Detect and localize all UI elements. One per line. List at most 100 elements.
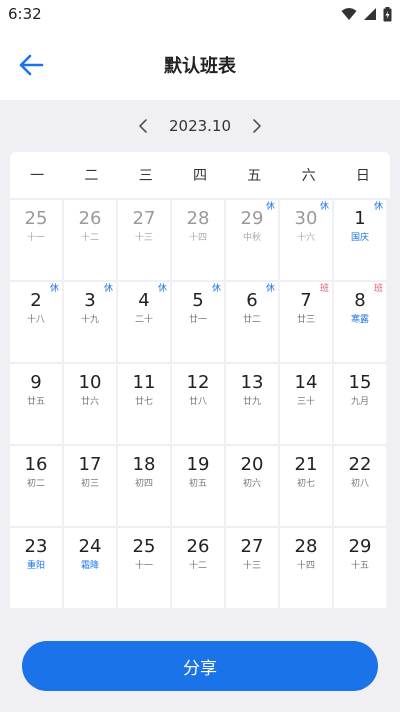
lunar-date: 十四 xyxy=(296,561,315,571)
lunar-date: 初六 xyxy=(242,479,261,489)
day-cell[interactable]: 16 初二 xyxy=(10,446,62,526)
day-cell[interactable]: 1 国庆休 xyxy=(334,200,386,280)
next-month-button[interactable] xyxy=(243,112,271,140)
lunar-date: 国庆 xyxy=(350,233,369,243)
lunar-date: 廿五 xyxy=(26,397,45,407)
day-cell[interactable]: 12 廿八 xyxy=(172,364,224,444)
day-number: 26 xyxy=(78,208,102,229)
holiday-badge: 休 xyxy=(211,284,221,294)
day-number: 25 xyxy=(132,536,156,557)
day-cell[interactable]: 28 十四 xyxy=(172,200,224,280)
weekday-label: 五 xyxy=(247,168,262,184)
day-cell[interactable]: 29 中秋休 xyxy=(226,200,278,280)
status-bar: 6:32 xyxy=(0,0,400,28)
day-cell[interactable]: 15 九月 xyxy=(334,364,386,444)
day-cell[interactable]: 27 十三 xyxy=(118,200,170,280)
day-cell[interactable]: 2 十八休 xyxy=(10,282,62,362)
day-cell[interactable]: 25 十一 xyxy=(10,200,62,280)
weekday-label: 四 xyxy=(192,168,207,184)
day-cell[interactable]: 14 三十 xyxy=(280,364,332,444)
lunar-date: 廿九 xyxy=(242,397,261,407)
lunar-date: 十三 xyxy=(242,561,261,571)
day-cell[interactable]: 26 十二 xyxy=(64,200,116,280)
day-number: 20 xyxy=(240,454,264,475)
lunar-date: 初五 xyxy=(188,479,207,489)
day-number: 18 xyxy=(132,454,156,475)
day-cell[interactable]: 22 初八 xyxy=(334,446,386,526)
day-cell[interactable]: 18 初四 xyxy=(118,446,170,526)
holiday-badge: 休 xyxy=(265,284,275,294)
day-number: 16 xyxy=(24,454,48,475)
month-navigator: 2023.10 xyxy=(0,104,400,148)
day-number: 9 xyxy=(30,372,42,393)
day-cell[interactable]: 7 廿三班 xyxy=(280,282,332,362)
day-number: 14 xyxy=(294,372,318,393)
day-cell[interactable]: 8 寒露班 xyxy=(334,282,386,362)
lunar-date: 廿八 xyxy=(188,397,207,407)
day-number: 28 xyxy=(294,536,318,557)
lunar-date: 初八 xyxy=(350,479,369,489)
status-icons xyxy=(341,6,392,22)
chevron-right-icon xyxy=(253,119,261,133)
day-cell[interactable]: 24 霜降 xyxy=(64,528,116,608)
weekday-header: 一 二 三 四 五 六 日 xyxy=(10,152,390,198)
weekday-label: 二 xyxy=(84,168,99,184)
weekday-label: 六 xyxy=(301,168,316,184)
lunar-date: 廿三 xyxy=(296,315,315,325)
day-cell[interactable]: 21 初七 xyxy=(280,446,332,526)
day-number: 26 xyxy=(186,536,210,557)
day-number: 25 xyxy=(24,208,48,229)
work-day-badge: 班 xyxy=(373,284,383,294)
day-cell[interactable]: 17 初三 xyxy=(64,446,116,526)
day-cell[interactable]: 4 二十休 xyxy=(118,282,170,362)
holiday-badge: 休 xyxy=(265,202,275,212)
day-number: 27 xyxy=(132,208,156,229)
holiday-badge: 休 xyxy=(103,284,113,294)
page-title: 默认班表 xyxy=(164,56,236,77)
lunar-date: 初七 xyxy=(296,479,315,489)
lunar-date: 十六 xyxy=(296,233,315,243)
day-cell[interactable]: 11 廿七 xyxy=(118,364,170,444)
day-cell[interactable]: 9 廿五 xyxy=(10,364,62,444)
holiday-badge: 休 xyxy=(319,202,329,212)
day-number: 29 xyxy=(348,536,372,557)
day-cell[interactable]: 20 初六 xyxy=(226,446,278,526)
day-number: 19 xyxy=(186,454,210,475)
day-cell[interactable]: 25 十一 xyxy=(118,528,170,608)
day-cell[interactable]: 19 初五 xyxy=(172,446,224,526)
day-cell[interactable]: 3 十九休 xyxy=(64,282,116,362)
lunar-date: 廿一 xyxy=(188,315,207,325)
day-number: 11 xyxy=(132,372,156,393)
share-button[interactable]: 分享 xyxy=(22,641,378,691)
lunar-date: 初三 xyxy=(80,479,99,489)
lunar-date: 廿二 xyxy=(242,315,261,325)
prev-month-button[interactable] xyxy=(129,112,157,140)
battery-icon xyxy=(383,6,392,21)
day-cell[interactable]: 23 重阳 xyxy=(10,528,62,608)
day-cell[interactable]: 6 廿二休 xyxy=(226,282,278,362)
current-month: 2023.10 xyxy=(168,117,232,135)
lunar-date: 二十 xyxy=(134,315,153,325)
lunar-date: 十二 xyxy=(188,561,207,571)
day-cell[interactable]: 13 廿九 xyxy=(226,364,278,444)
day-grid: 25 十一 26 十二 27 十三 28 十四 29 中秋休 30 十六休 1 国庆休 2 十八休 3 十九休 4 二… xyxy=(10,200,390,608)
day-cell[interactable]: 29 十五 xyxy=(334,528,386,608)
day-cell[interactable]: 30 十六休 xyxy=(280,200,332,280)
day-cell[interactable]: 28 十四 xyxy=(280,528,332,608)
wifi-icon xyxy=(341,8,357,20)
weekday-label: 三 xyxy=(138,168,153,184)
lunar-date: 廿七 xyxy=(134,397,153,407)
day-cell[interactable]: 10 廿六 xyxy=(64,364,116,444)
work-day-badge: 班 xyxy=(319,284,329,294)
day-cell[interactable]: 27 十三 xyxy=(226,528,278,608)
day-number: 27 xyxy=(240,536,264,557)
day-number: 21 xyxy=(294,454,318,475)
lunar-date: 初二 xyxy=(26,479,45,489)
app-bar: 默认班表 xyxy=(0,28,400,100)
day-number: 17 xyxy=(78,454,102,475)
day-cell[interactable]: 26 十二 xyxy=(172,528,224,608)
day-cell[interactable]: 5 廿一休 xyxy=(172,282,224,362)
day-number: 10 xyxy=(78,372,102,393)
lunar-date: 三十 xyxy=(296,397,315,407)
calendar: 一 二 三 四 五 六 日 25 十一 26 十二 27 十三 28 十四 29 中秋休 30 十六休… xyxy=(10,152,390,618)
